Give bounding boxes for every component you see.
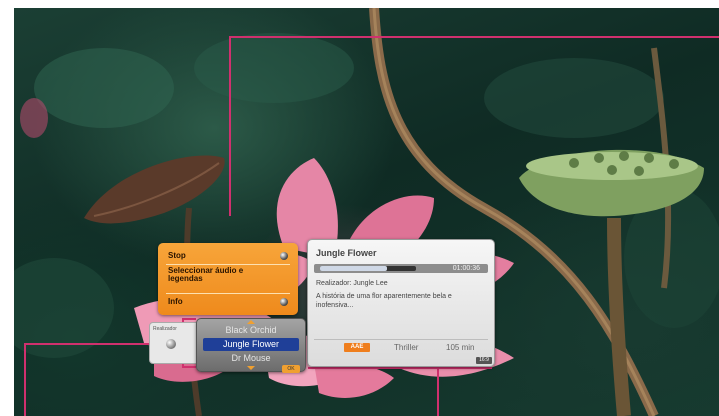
selector-option[interactable]: Dr Mouse — [203, 352, 299, 365]
divider — [166, 264, 290, 265]
info-panel: Jungle Flower 01:00:36 Realizador: Jungl… — [307, 239, 495, 367]
callout-line — [182, 318, 196, 320]
arrow-down-icon[interactable] — [247, 366, 255, 370]
playback-time: 01:00:36 — [452, 265, 480, 272]
selector-option[interactable]: Black Orchid — [203, 324, 299, 337]
title-selector: Black Orchid Jungle Flower Dr Mouse — [196, 318, 306, 372]
ok-badge: OK — [282, 365, 300, 373]
callout-line — [24, 343, 26, 416]
panel-label: Realizador — [153, 326, 177, 332]
menu-item-info[interactable]: Info — [168, 297, 288, 306]
playback-bar: 01:00:36 — [314, 264, 488, 273]
playback-menu: Stop Seleccionar áudio e legendas Info — [158, 243, 298, 315]
menu-item-label: Stop — [168, 251, 186, 260]
menu-item-label: Seleccionar áudio e legendas — [168, 266, 244, 283]
menu-item-label: Info — [168, 297, 183, 306]
dial-icon[interactable] — [166, 339, 176, 349]
synopsis-text: A história de uma flor aparentemente bel… — [316, 293, 452, 309]
menu-item-audio-subtitles[interactable]: Seleccionar áudio e legendas — [168, 267, 278, 283]
progress-fill — [320, 266, 388, 271]
callout-line — [308, 367, 492, 369]
select-icon — [280, 298, 288, 306]
rating-badge: AAE — [344, 343, 370, 352]
callout-line — [182, 366, 196, 368]
progress-bar[interactable] — [320, 266, 416, 271]
duration-text: 105 min — [446, 343, 475, 352]
select-icon — [280, 252, 288, 260]
divider — [166, 293, 290, 294]
director-text: Realizador: Jungle Lee — [316, 280, 388, 287]
aspect-badge: 16:9 — [476, 357, 492, 364]
callout-line — [229, 36, 719, 38]
info-footer: AAE Thriller 105 min — [314, 339, 488, 353]
menu-item-stop[interactable]: Stop — [168, 251, 288, 260]
movie-title: Jungle Flower — [316, 248, 377, 258]
callout-line — [437, 367, 439, 416]
callout-line — [229, 36, 231, 216]
genre-text: Thriller — [394, 343, 419, 352]
selector-option-selected[interactable]: Jungle Flower — [203, 338, 299, 351]
